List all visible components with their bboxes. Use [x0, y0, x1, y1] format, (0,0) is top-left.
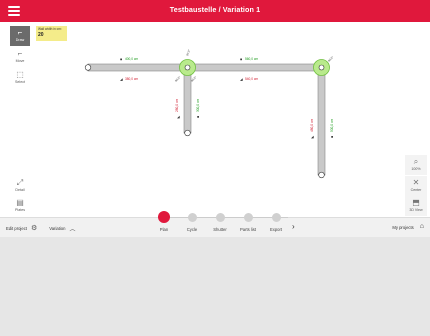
step-dot — [271, 213, 281, 222]
wall-right-vertical[interactable] — [317, 70, 326, 176]
app-header: Testbaustelle / Variation 1 — [0, 0, 430, 22]
lock-icon[interactable]: ■ — [120, 58, 122, 62]
wall-top[interactable] — [87, 63, 323, 72]
next-step-chevron-icon[interactable]: › — [292, 222, 295, 231]
gear-icon[interactable]: ⚙ — [31, 225, 37, 232]
my-projects[interactable]: My projects ⌂ — [392, 223, 424, 230]
wall-endpoint-left[interactable] — [84, 64, 92, 71]
dimension-label[interactable]: 300,0 cm — [196, 99, 200, 112]
variation-link[interactable]: Variation — [49, 226, 65, 231]
step-plan[interactable]: Plan — [150, 209, 178, 232]
step-dot — [158, 211, 170, 223]
edit-project-link[interactable]: Edit project — [6, 226, 27, 231]
step-parts-list[interactable]: Parts list — [234, 209, 262, 232]
wall-endpoint-bottom-right[interactable] — [318, 171, 325, 179]
step-export[interactable]: Export — [262, 209, 290, 232]
dimension-label[interactable]: 480,0 cm — [310, 119, 314, 132]
dimension-label[interactable]: 280,0 cm — [175, 99, 179, 112]
angle-label: 90,0° — [174, 75, 181, 82]
my-projects-link[interactable]: My projects — [392, 225, 413, 230]
step-shutter[interactable]: Shutter — [206, 209, 234, 232]
joint-right-node[interactable] — [318, 64, 325, 71]
project-controls: Edit project ⚙ Variation ︿ — [6, 224, 75, 234]
wall-endpoint-bottom-left[interactable] — [184, 129, 191, 137]
angle-label: 90,0° — [185, 49, 191, 57]
dimension-label[interactable]: 400,0 cm — [125, 57, 138, 61]
step-dot — [215, 213, 225, 222]
dimension-label[interactable]: 540,0 cm — [245, 77, 258, 81]
step-dot — [187, 213, 197, 222]
arrow-icon[interactable]: ◢ — [120, 78, 124, 82]
floor-plan[interactable]: 400,0 cm 380,0 cm 560,0 cm 540,0 cm 280,… — [0, 22, 430, 217]
joint-left-node[interactable] — [184, 64, 191, 71]
arrow-icon[interactable]: ◢ — [240, 78, 244, 82]
dimension-label[interactable]: 380,0 cm — [125, 77, 138, 81]
arrow-icon[interactable]: ◢ — [311, 135, 315, 139]
lock-icon[interactable]: ■ — [331, 135, 333, 139]
step-cycle[interactable]: Cycle — [178, 209, 206, 232]
lock-icon[interactable]: ■ — [240, 58, 242, 62]
chevron-up-icon[interactable]: ︿ — [69, 224, 75, 233]
dimension-label[interactable]: 560,0 cm — [245, 57, 258, 61]
step-dot — [243, 213, 253, 222]
page-title: Testbaustelle / Variation 1 — [169, 5, 261, 14]
home-icon[interactable]: ⌂ — [420, 223, 424, 230]
angle-label: 90,0° — [327, 55, 334, 62]
lock-icon[interactable]: ■ — [197, 115, 199, 119]
dimension-label[interactable]: 500,0 cm — [330, 119, 334, 132]
workflow-steps: Plan Cycle Shutter Parts list Export — [150, 209, 300, 237]
arrow-icon[interactable]: ◢ — [177, 115, 181, 119]
